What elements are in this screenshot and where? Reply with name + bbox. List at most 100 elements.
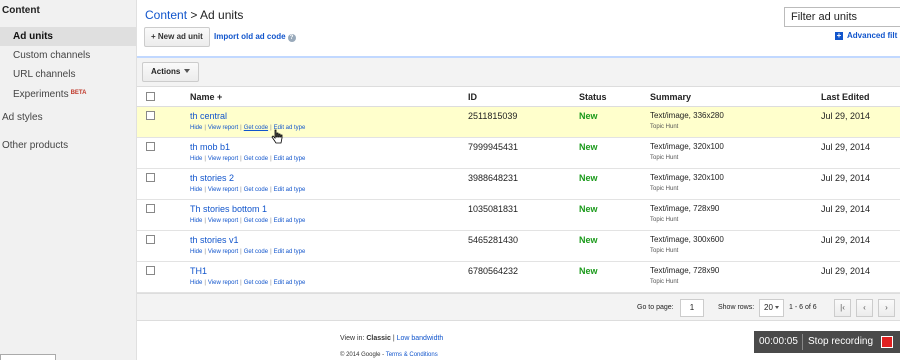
ad-unit-name-link[interactable]: Th stories bottom 1 — [190, 204, 267, 214]
go-to-page-label: Go to page: — [637, 304, 674, 311]
column-header-status[interactable]: Status — [579, 92, 607, 102]
last-edited-date: Jul 29, 2014 — [821, 142, 871, 152]
ad-unit-summary: Text/image, 728x90 — [650, 266, 720, 275]
view-report-link[interactable]: View report — [208, 249, 238, 255]
main-content: Content > Ad units Filter ad units + Adva… — [137, 0, 900, 360]
chevron-down-icon — [774, 306, 779, 309]
get-code-link[interactable]: Get code — [244, 187, 268, 193]
row-actions: Hide | View report | Get code | Edit ad type — [190, 156, 306, 162]
chevron-down-icon — [184, 69, 191, 73]
rows-per-page-select[interactable]: 20 — [759, 299, 784, 317]
status-badge: New — [579, 235, 598, 245]
actions-label: Actions — [151, 67, 181, 76]
get-code-link[interactable]: Get code — [244, 280, 268, 286]
column-header-name[interactable]: Name + — [190, 92, 222, 102]
get-code-link[interactable]: Get code — [244, 218, 268, 224]
row-actions: Hide | View report | Get code | Edit ad type — [190, 218, 306, 224]
edit-ad-type-link[interactable]: Edit ad type — [274, 280, 306, 286]
sidebar-item-ad-units[interactable]: Ad units — [0, 27, 136, 46]
row-checkbox[interactable] — [146, 111, 155, 120]
next-page-button[interactable]: › — [878, 299, 895, 317]
view-report-link[interactable]: View report — [208, 280, 238, 286]
select-all-checkbox[interactable] — [146, 92, 155, 101]
last-edited-date: Jul 29, 2014 — [821, 173, 871, 183]
page-number-input[interactable]: 1 — [680, 299, 704, 317]
table-row: th mob b1 Hide | View report | Get code | Edit… — [137, 138, 900, 169]
row-checkbox[interactable] — [146, 266, 155, 275]
breadcrumb: Content > Ad units — [145, 8, 243, 22]
row-checkbox[interactable] — [146, 235, 155, 244]
sidebar-section-ad-styles[interactable]: Ad styles — [0, 110, 136, 126]
edit-ad-type-link[interactable]: Edit ad type — [274, 187, 306, 193]
row-checkbox[interactable] — [146, 173, 155, 182]
breadcrumb-content-link[interactable]: Content — [145, 8, 187, 22]
recording-toolbar: 00:00:05 Stop recording — [754, 331, 900, 353]
table-row: th central Hide | View report | Get code | Edi… — [137, 107, 900, 138]
ad-unit-name-link[interactable]: th mob b1 — [190, 142, 230, 152]
ad-unit-site: Topic Hunt — [650, 279, 679, 285]
page-title: Ad units — [200, 8, 244, 22]
ad-unit-name-link[interactable]: TH1 — [190, 266, 207, 276]
hide-link[interactable]: Hide — [190, 249, 202, 255]
actions-dropdown-button[interactable]: Actions — [142, 62, 200, 82]
ad-unit-summary: Text/image, 728x90 — [650, 204, 720, 213]
table-row: th stories 2 Hide | View report | Get code | E… — [137, 169, 900, 200]
import-old-ad-code-link[interactable]: Import old ad code? — [214, 32, 296, 42]
sidebar-item-url-channels[interactable]: URL channels — [0, 65, 136, 84]
row-checkbox[interactable] — [146, 142, 155, 151]
view-report-link[interactable]: View report — [208, 125, 238, 131]
stop-recording-button[interactable]: Stop recording — [808, 336, 873, 347]
get-code-link[interactable]: Get code — [244, 156, 268, 162]
row-actions: Hide | View report | Get code | Edit ad type — [190, 249, 306, 255]
sidebar-section-other-products[interactable]: Other products — [0, 138, 136, 154]
column-header-id[interactable]: ID — [468, 92, 477, 102]
new-ad-unit-button[interactable]: + New ad unit — [144, 27, 210, 47]
view-report-link[interactable]: View report — [208, 187, 238, 193]
view-mode-footer: View in: Classic | Low bandwidth — [340, 335, 443, 342]
hide-link[interactable]: Hide — [190, 218, 202, 224]
status-badge: New — [579, 111, 598, 121]
hide-link[interactable]: Hide — [190, 187, 202, 193]
ad-unit-name-link[interactable]: th stories v1 — [190, 235, 239, 245]
low-bandwidth-link[interactable]: Low bandwidth — [397, 335, 444, 342]
help-icon[interactable]: ? — [287, 34, 296, 42]
edit-ad-type-link[interactable]: Edit ad type — [274, 249, 306, 255]
page-range: 1 - 6 of 6 — [789, 304, 817, 311]
ad-unit-id: 3988648231 — [468, 173, 519, 183]
stop-icon[interactable] — [881, 336, 893, 348]
previous-page-button[interactable]: ‹ — [856, 299, 873, 317]
get-code-link[interactable]: Get code — [244, 125, 268, 131]
ad-unit-site: Topic Hunt — [650, 248, 679, 254]
row-checkbox[interactable] — [146, 204, 155, 213]
table-row: TH1 Hide | View report | Get code | Edit ad ty… — [137, 262, 900, 293]
sidebar-header[interactable]: Content — [0, 0, 136, 21]
status-badge: New — [579, 266, 598, 276]
table-row: Th stories bottom 1 Hide | View report | Get… — [137, 200, 900, 231]
edit-ad-type-link[interactable]: Edit ad type — [274, 156, 306, 162]
edit-ad-type-link[interactable]: Edit ad type — [274, 218, 306, 224]
sidebar-bottom-control[interactable] — [0, 354, 56, 360]
divider — [802, 334, 803, 350]
import-label: Import old ad code — [214, 32, 286, 41]
filter-ad-units-input[interactable]: Filter ad units — [784, 7, 900, 27]
hide-link[interactable]: Hide — [190, 156, 202, 162]
sidebar-item-experiments[interactable]: Experiments BETA — [0, 84, 136, 103]
view-report-link[interactable]: View report — [208, 156, 238, 162]
sidebar-item-custom-channels[interactable]: Custom channels — [0, 46, 136, 65]
last-edited-date: Jul 29, 2014 — [821, 204, 871, 214]
first-page-button[interactable]: |‹ — [834, 299, 851, 317]
ad-unit-name-link[interactable]: th central — [190, 111, 227, 121]
get-code-link[interactable]: Get code — [244, 249, 268, 255]
hide-link[interactable]: Hide — [190, 280, 202, 286]
column-header-summary[interactable]: Summary — [650, 92, 691, 102]
hand-cursor-icon — [271, 129, 283, 144]
copyright-footer: © 2014 Google - Terms & Conditions — [340, 352, 438, 358]
advanced-filter-link[interactable]: + Advanced filt — [835, 31, 897, 40]
advanced-filter-label: Advanced filt — [847, 31, 898, 40]
column-header-last-edited[interactable]: Last Edited — [821, 92, 870, 102]
hide-link[interactable]: Hide — [190, 125, 202, 131]
view-report-link[interactable]: View report — [208, 218, 238, 224]
ad-unit-name-link[interactable]: th stories 2 — [190, 173, 234, 183]
ad-unit-id: 6780564232 — [468, 266, 519, 276]
terms-link[interactable]: Terms & Conditions — [386, 352, 438, 358]
